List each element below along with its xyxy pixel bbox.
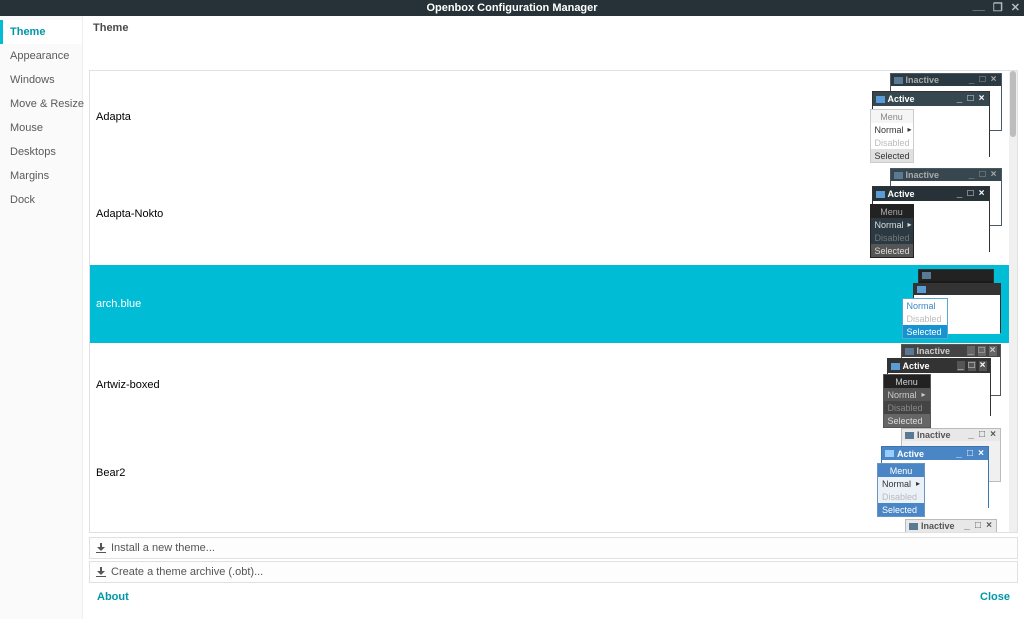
preview-active-label: Active <box>888 94 953 104</box>
theme-name-label: Adapta-Nokto <box>90 208 163 220</box>
panel-title: Theme <box>89 22 1018 38</box>
preview-inactive-label: Inactive <box>921 521 960 531</box>
titlebar: Openbox Configuration Manager __ ❐ ✕ <box>0 0 1024 16</box>
preview-active-label: Active <box>888 189 953 199</box>
footer: About Close <box>89 585 1018 613</box>
main-panel: Theme Adapta Inactive _□× <box>83 16 1024 619</box>
window-icon <box>922 272 931 279</box>
theme-preview: Inactive _□× Active _□× <box>884 343 1009 427</box>
window-icon <box>894 172 903 179</box>
preview-menu-hdr: Menu <box>884 375 930 388</box>
preview-inactive-label: Inactive <box>906 75 965 85</box>
theme-preview: Normal Disabled Selected <box>899 265 1009 343</box>
maximize-button[interactable]: ❐ <box>993 0 1003 16</box>
close-button[interactable]: ✕ <box>1011 0 1020 16</box>
theme-row-adapta-nokto[interactable]: Adapta-Nokto Inactive _□× <box>90 163 1009 265</box>
window-icon <box>876 96 885 103</box>
preview-menu-hdr: Menu <box>871 205 913 218</box>
theme-name-label: Artwiz-boxed <box>90 379 160 391</box>
sidebar-item-desktops[interactable]: Desktops <box>0 140 82 164</box>
preview-active-label: Active <box>897 449 952 459</box>
sidebar: Theme Appearance Windows Move & Resize M… <box>0 16 83 619</box>
window-icon <box>909 523 918 530</box>
theme-preview: Inactive _□× Active _□× <box>874 163 1009 265</box>
theme-row-adapta[interactable]: Adapta Inactive _□× <box>90 71 1009 163</box>
preview-inactive-label: Inactive <box>917 430 964 440</box>
theme-name-label: Bear2 <box>90 467 125 479</box>
scrollbar[interactable] <box>1009 71 1017 532</box>
preview-inactive-label: Inactive <box>917 346 964 356</box>
install-theme-button[interactable]: Install a new theme... <box>89 537 1018 559</box>
theme-preview: Inactive _□× Active _□× <box>879 427 1009 519</box>
window-icon <box>917 286 926 293</box>
sidebar-item-windows[interactable]: Windows <box>0 68 82 92</box>
preview-inactive-label: Inactive <box>906 170 965 180</box>
sidebar-item-theme[interactable]: Theme <box>0 20 82 44</box>
preview-menu-hdr: Menu <box>878 464 924 477</box>
theme-name-label: Adapta <box>90 111 131 123</box>
theme-row-bear2[interactable]: Bear2 Inactive _□× <box>90 427 1009 519</box>
create-archive-button[interactable]: Create a theme archive (.obt)... <box>89 561 1018 583</box>
about-button[interactable]: About <box>97 591 129 613</box>
sidebar-item-move-resize[interactable]: Move & Resize <box>0 92 82 116</box>
download-icon <box>96 543 106 553</box>
install-theme-label: Install a new theme... <box>111 542 215 554</box>
content: Theme Appearance Windows Move & Resize M… <box>0 16 1024 619</box>
theme-list-container: Adapta Inactive _□× <box>89 70 1018 533</box>
theme-actions: Install a new theme... Create a theme ar… <box>89 537 1018 585</box>
sidebar-item-dock[interactable]: Dock <box>0 188 82 212</box>
window-icon <box>905 348 914 355</box>
window-icon <box>876 191 885 198</box>
window-title: Openbox Configuration Manager <box>426 2 597 14</box>
window-icon <box>894 77 903 84</box>
download-icon <box>96 567 106 577</box>
create-archive-label: Create a theme archive (.obt)... <box>111 566 263 578</box>
theme-preview: Inactive _□× Active <box>889 519 1009 532</box>
theme-name-label: arch.blue <box>90 298 141 310</box>
preview-menu-hdr: Menu <box>871 110 913 123</box>
scrollbar-thumb[interactable] <box>1010 71 1016 137</box>
window-icon <box>891 363 900 370</box>
sidebar-item-appearance[interactable]: Appearance <box>0 44 82 68</box>
window-controls: __ ❐ ✕ <box>973 0 1020 16</box>
preview-active-label: Active <box>903 361 954 371</box>
theme-list[interactable]: Adapta Inactive _□× <box>90 71 1009 532</box>
window-icon <box>905 432 914 439</box>
close-app-button[interactable]: Close <box>980 591 1010 613</box>
minimize-button[interactable]: __ <box>973 0 985 14</box>
window-icon <box>885 450 894 457</box>
theme-row-artwiz-boxed[interactable]: Artwiz-boxed Inactive _□× <box>90 343 1009 427</box>
sidebar-item-mouse[interactable]: Mouse <box>0 116 82 140</box>
theme-preview: Inactive _□× Active _□× <box>874 71 1009 163</box>
sidebar-item-margins[interactable]: Margins <box>0 164 82 188</box>
theme-row-partial[interactable]: Inactive _□× Active <box>90 519 1009 532</box>
theme-row-arch-blue[interactable]: arch.blue <box>90 265 1009 343</box>
